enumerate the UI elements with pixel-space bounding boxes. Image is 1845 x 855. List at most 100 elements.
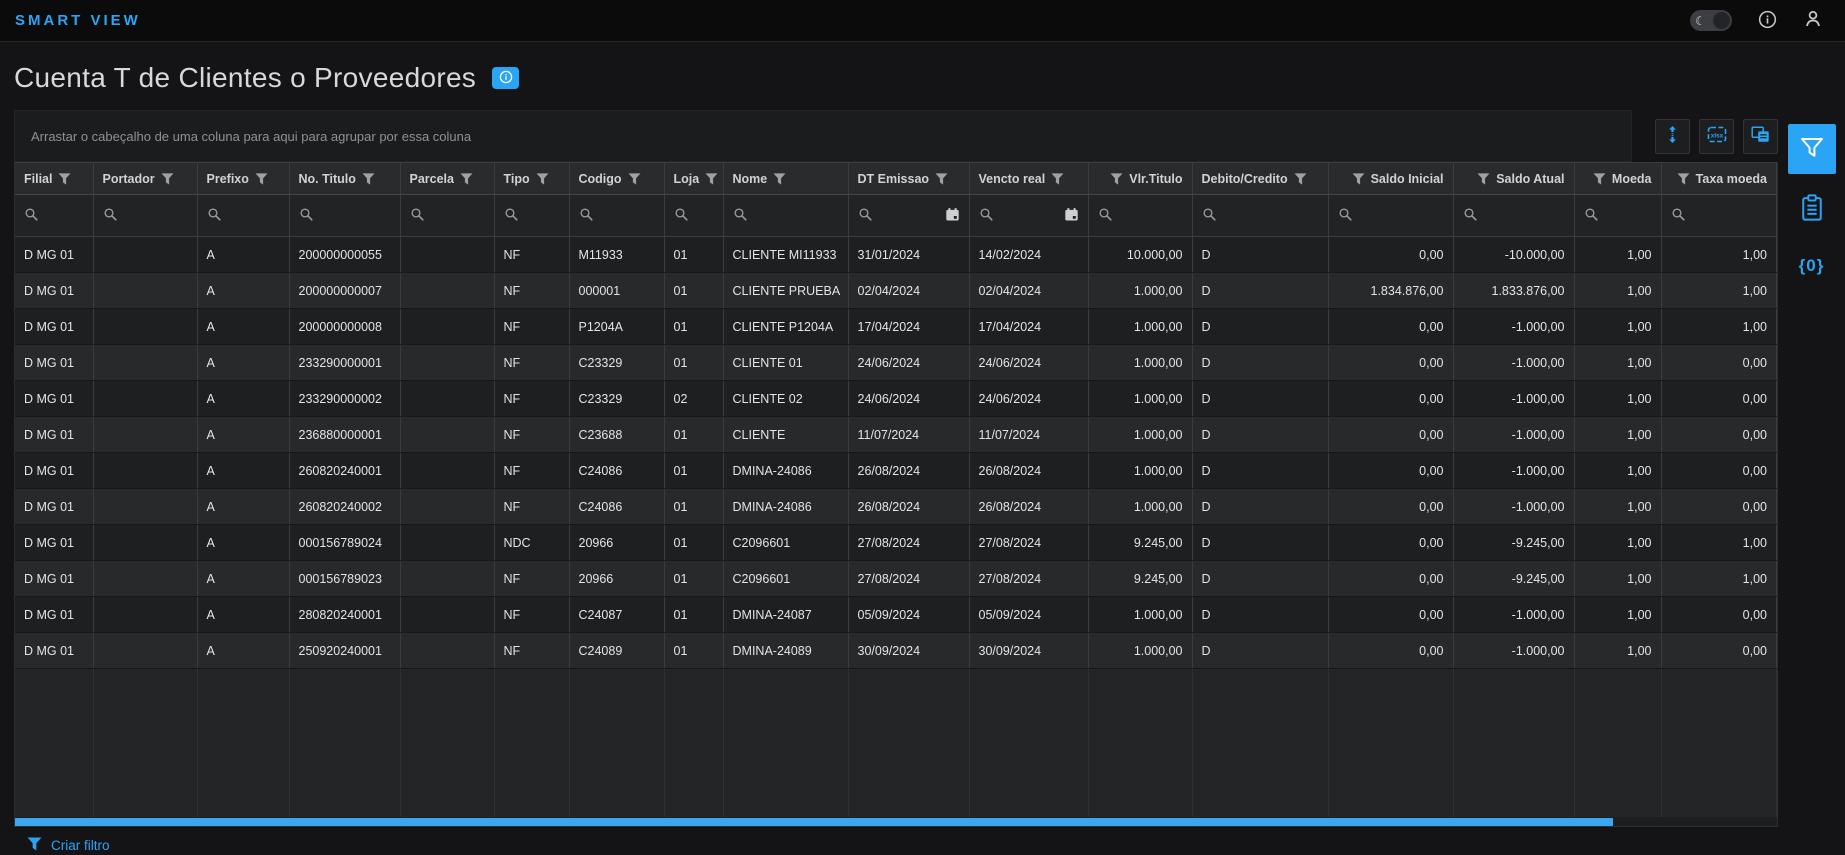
filter-cell-no-titulo[interactable] xyxy=(289,194,401,237)
export-xlsx-button[interactable]: xlsx xyxy=(1699,118,1734,154)
column-header-filial[interactable]: Filial xyxy=(15,162,94,195)
filter-panel-button[interactable] xyxy=(1787,124,1836,174)
column-chooser-button[interactable] xyxy=(1743,118,1778,154)
filter-cell-loja[interactable] xyxy=(664,194,724,237)
column-header-saldo-inicial[interactable]: Saldo Inicial xyxy=(1328,162,1454,195)
column-filter-icon[interactable] xyxy=(1051,172,1064,185)
column-header-loja[interactable]: Loja xyxy=(664,162,724,195)
filter-cell-portador[interactable] xyxy=(93,194,198,237)
column-filter-icon[interactable] xyxy=(58,172,71,185)
filter-cell-vlr-titulo[interactable] xyxy=(1088,194,1193,237)
column-header-taxa-moeda[interactable]: Taxa moeda xyxy=(1661,162,1777,195)
info-button[interactable] xyxy=(1758,10,1777,32)
filter-cell-parcela[interactable] xyxy=(400,194,495,237)
column-filter-icon[interactable] xyxy=(1477,172,1490,185)
column-header-portador[interactable]: Portador xyxy=(93,162,198,195)
column-header-no-titulo[interactable]: No. Titulo xyxy=(289,162,401,195)
column-filter-icon[interactable] xyxy=(773,172,786,185)
parameters-panel-button[interactable]: {0} xyxy=(1788,244,1836,288)
table-row[interactable]: D MG 01 A 200000000007 NF 000001 01 CLIENTE PR… xyxy=(15,272,1777,309)
cell-moeda: 1,00 xyxy=(1574,560,1662,597)
table-row[interactable]: D MG 01 A 233290000001 NF C23329 01 CLIENTE 01… xyxy=(15,344,1777,381)
table-row[interactable]: D MG 01 A 233290000002 NF C23329 02 CLIENTE 02… xyxy=(15,380,1777,417)
create-filter-button[interactable]: Criar filtro xyxy=(14,827,1778,854)
toggle-knob[interactable] xyxy=(1713,12,1730,29)
cell-no-titulo: 000156789023 xyxy=(289,560,401,597)
column-header-dt-emissao[interactable]: DT Emissao xyxy=(848,162,970,195)
column-filter-icon[interactable] xyxy=(362,172,375,185)
column-header-debito-credito[interactable]: Debito/Credito xyxy=(1192,162,1329,195)
filter-cell-filial[interactable] xyxy=(15,194,94,237)
column-header-prefixo[interactable]: Prefixo xyxy=(197,162,290,195)
table-row[interactable]: D MG 01 A 236880000001 NF C23688 01 CLIENTE 11/… xyxy=(15,416,1777,453)
filter-cell-vencto-real[interactable] xyxy=(969,194,1089,237)
table-row[interactable]: D MG 01 A 000156789023 NF 20966 01 C2096601 27/… xyxy=(15,560,1777,597)
column-header-moeda[interactable]: Moeda xyxy=(1574,162,1662,195)
column-filter-icon[interactable] xyxy=(255,172,268,185)
filter-cell-saldo-atual[interactable] xyxy=(1453,194,1575,237)
column-header-tipo[interactable]: Tipo xyxy=(494,162,570,195)
column-filter-icon[interactable] xyxy=(628,172,641,185)
calendar-icon[interactable] xyxy=(1064,207,1079,225)
cell-debito-credito: D xyxy=(1192,344,1329,381)
column-filter-icon[interactable] xyxy=(161,172,174,185)
cell-debito-credito: D xyxy=(1192,560,1329,597)
horizontal-scrollbar[interactable] xyxy=(15,816,1777,826)
column-filter-icon[interactable] xyxy=(536,172,549,185)
search-icon xyxy=(299,207,314,225)
group-panel[interactable]: Arrastar o cabeçalho de uma coluna para … xyxy=(14,110,1632,162)
cell-vlr-titulo: 1.000,00 xyxy=(1088,596,1193,633)
title-info-button[interactable] xyxy=(492,67,520,89)
user-button[interactable] xyxy=(1803,9,1823,32)
column-header-vencto-real[interactable]: Vencto real xyxy=(969,162,1089,195)
filter-cell-dt-emissao[interactable] xyxy=(848,194,970,237)
cell-saldo-atual: -1.000,00 xyxy=(1453,380,1575,417)
cell-codigo: C23688 xyxy=(569,416,665,453)
dark-mode-toggle[interactable]: ☾ xyxy=(1690,10,1732,31)
column-filter-icon[interactable] xyxy=(1677,172,1690,185)
row-expand-button[interactable] xyxy=(1655,118,1690,154)
filter-cell-codigo[interactable] xyxy=(569,194,665,237)
cell-loja: 01 xyxy=(664,272,724,309)
column-header-parcela[interactable]: Parcela xyxy=(400,162,495,195)
column-header-saldo-atual[interactable]: Saldo Atual xyxy=(1453,162,1575,195)
column-filter-icon[interactable] xyxy=(460,172,473,185)
filter-cell-tipo[interactable] xyxy=(494,194,570,237)
column-header-codigo[interactable]: Codigo xyxy=(569,162,665,195)
filter-icon xyxy=(1800,137,1824,162)
cell-parcela xyxy=(400,344,495,381)
filter-cell-moeda[interactable] xyxy=(1574,194,1662,237)
cell-codigo: C23329 xyxy=(569,344,665,381)
cell-moeda: 1,00 xyxy=(1574,452,1662,489)
table-row[interactable]: D MG 01 A 200000000008 NF P1204A 01 CLIENTE P1… xyxy=(15,308,1777,345)
filter-cell-debito-credito[interactable] xyxy=(1192,194,1329,237)
table-row[interactable]: D MG 01 A 000156789024 NDC 20966 01 C2096601 27… xyxy=(15,524,1777,561)
column-filter-icon[interactable] xyxy=(1593,172,1606,185)
column-filter-icon[interactable] xyxy=(935,172,948,185)
table-row[interactable]: D MG 01 A 260820240002 NF C24086 01 DMINA-2408… xyxy=(15,488,1777,525)
table-row[interactable]: D MG 01 A 250920240001 NF C24089 01 DMINA-2408… xyxy=(15,632,1777,669)
column-filter-icon[interactable] xyxy=(1294,172,1307,185)
column-filter-icon[interactable] xyxy=(1352,172,1365,185)
column-filter-icon[interactable] xyxy=(705,172,718,185)
table-row[interactable]: D MG 01 A 280820240001 NF C24087 01 DMINA-2408… xyxy=(15,596,1777,633)
filter-cell-prefixo[interactable] xyxy=(197,194,290,237)
scrollbar-thumb[interactable] xyxy=(15,817,1613,826)
filter-cell-taxa-moeda[interactable] xyxy=(1661,194,1777,237)
cell-taxa-moeda: 1,00 xyxy=(1661,272,1777,309)
column-header-nome[interactable]: Nome xyxy=(723,162,849,195)
clipboard-panel-button[interactable] xyxy=(1788,187,1836,231)
cell-debito-credito: D xyxy=(1192,596,1329,633)
column-filter-icon[interactable] xyxy=(1110,172,1123,185)
table-row[interactable]: D MG 01 A 260820240001 NF C24086 01 DMINA-2408… xyxy=(15,452,1777,489)
filter-cell-saldo-inicial[interactable] xyxy=(1328,194,1454,237)
calendar-icon[interactable] xyxy=(945,207,960,225)
cell-nome: CLIENTE MI11933 xyxy=(723,236,849,273)
user-icon xyxy=(1803,9,1823,32)
cell-vencto-real: 27/08/2024 xyxy=(969,524,1089,561)
search-icon xyxy=(858,207,873,225)
cell-loja: 01 xyxy=(664,452,724,489)
table-row[interactable]: D MG 01 A 200000000055 NF M11933 01 CLIENTE MI… xyxy=(15,236,1777,273)
filter-cell-nome[interactable] xyxy=(723,194,849,237)
column-header-vlr-titulo[interactable]: Vlr.Titulo xyxy=(1088,162,1193,195)
